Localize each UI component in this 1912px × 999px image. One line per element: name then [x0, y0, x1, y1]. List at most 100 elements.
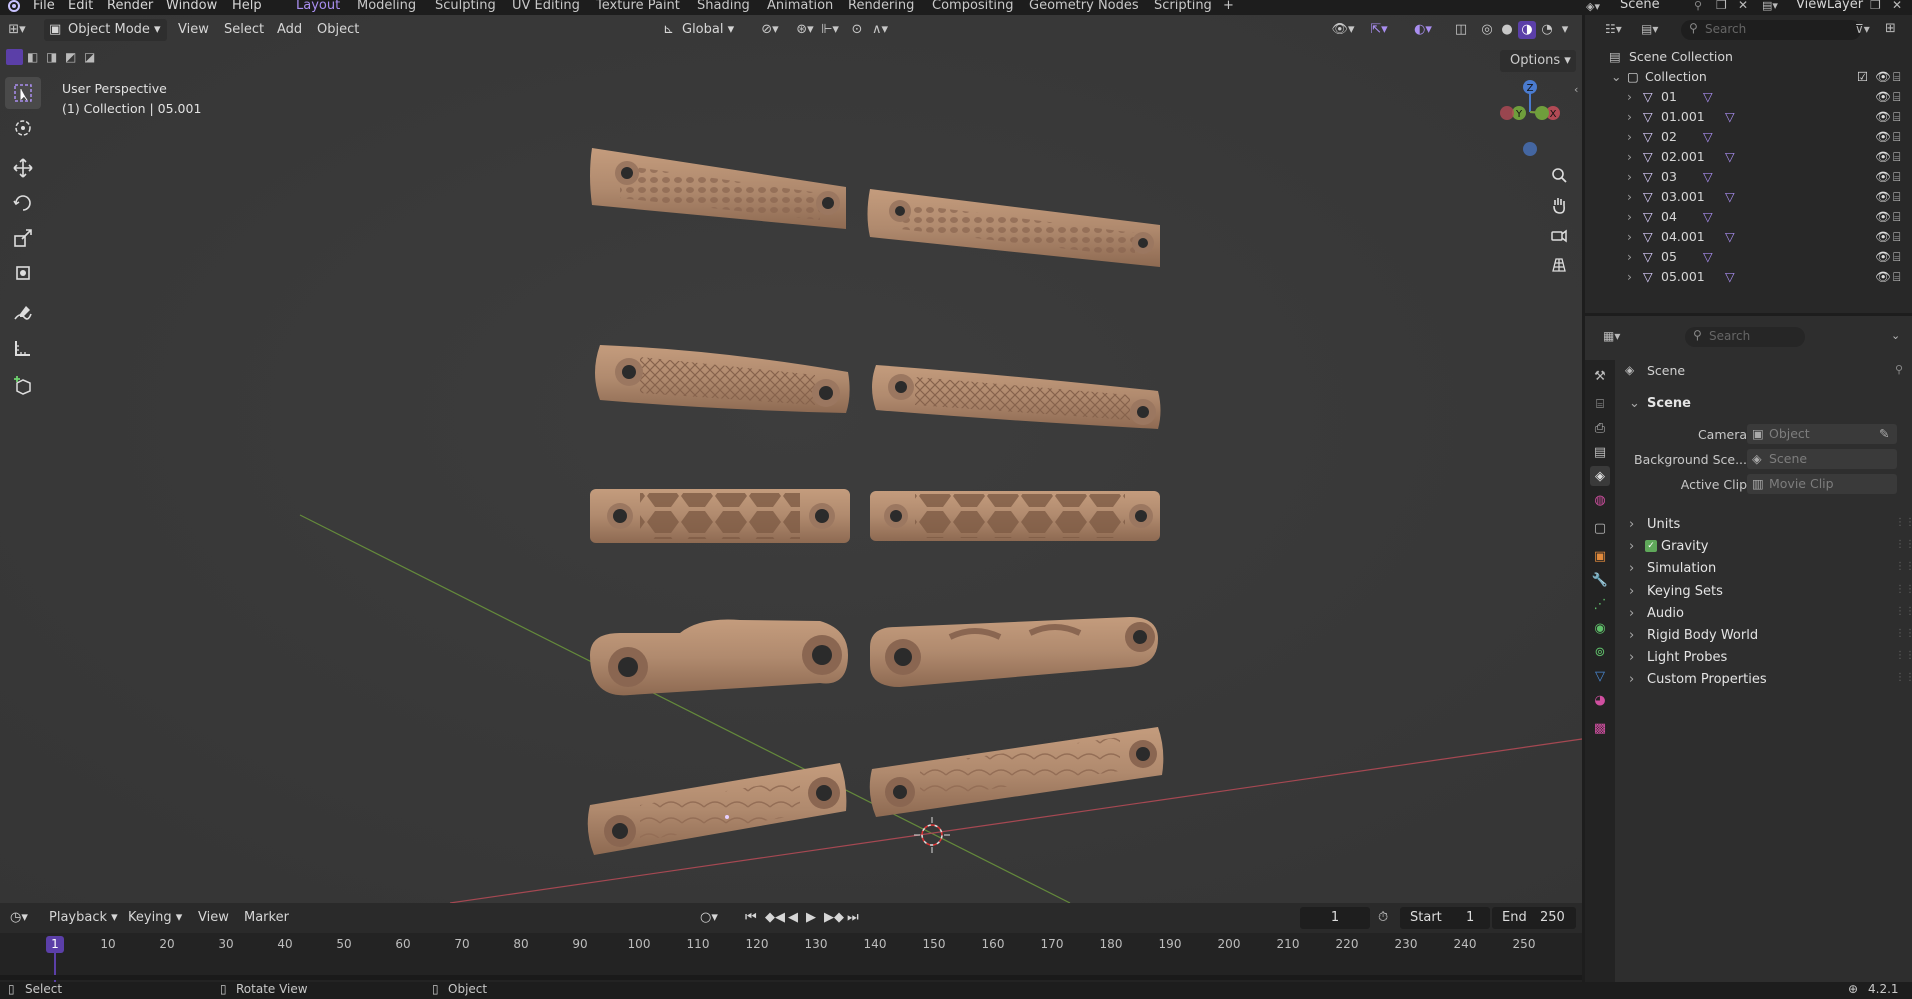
sidebar-toggle-icon[interactable]: ‹: [1574, 83, 1578, 96]
gravity-checkbox[interactable]: ✓: [1645, 540, 1657, 553]
timeline-ruler[interactable]: 1 10 20 30 40 50 60 70 80 90 100 110 120 130 140 150 160…: [0, 933, 1582, 982]
subpanel-custom-properties[interactable]: › Custom Properties ⋮⋮: [1625, 670, 1912, 692]
scene-collection-row[interactable]: ▤ Scene Collection: [1585, 47, 1912, 67]
properties-editor-icon[interactable]: ▦▾: [1603, 329, 1620, 343]
mode-selector[interactable]: ▣ Object Mode ▾: [44, 19, 167, 41]
render-camera-icon[interactable]: ⌸: [1893, 129, 1901, 145]
expand-icon[interactable]: ›: [1627, 89, 1632, 104]
drag-handle-icon[interactable]: ⋮⋮: [1895, 650, 1912, 661]
falloff-icon[interactable]: ∧▾: [868, 21, 892, 39]
select-subtract-icon[interactable]: ◨: [46, 50, 57, 64]
drag-handle-icon[interactable]: ⋮⋮: [1895, 517, 1912, 528]
mesh-data-icon[interactable]: ▽: [1703, 89, 1713, 104]
blender-logo-icon[interactable]: [6, 0, 20, 12]
subpanel-audio[interactable]: › Audio ⋮⋮: [1625, 604, 1912, 626]
mesh-data-icon[interactable]: ▽: [1725, 149, 1735, 164]
timeline-menu-keying[interactable]: Keying ▾: [128, 910, 182, 925]
render-camera-icon[interactable]: ⌸: [1893, 89, 1901, 105]
physics-tab-icon[interactable]: ◉: [1590, 618, 1610, 638]
select-invert-icon[interactable]: ◩: [65, 50, 76, 64]
mesh-data-icon[interactable]: ▽: [1725, 269, 1735, 284]
menu-file[interactable]: File: [33, 0, 55, 13]
background-scene-field[interactable]: ◈ Scene: [1747, 449, 1897, 469]
mesh-data-icon[interactable]: ▽: [1703, 249, 1713, 264]
shading-options-icon[interactable]: ▾: [1556, 21, 1574, 39]
outliner-object-row[interactable]: › ▽ 02 ▽ 👁 ⌸: [1585, 127, 1912, 147]
subpanel-keying-sets[interactable]: › Keying Sets ⋮⋮: [1625, 582, 1912, 604]
move-tool[interactable]: [5, 152, 41, 184]
add-workspace-icon[interactable]: +: [1223, 0, 1234, 13]
tab-uv-editing[interactable]: UV Editing: [512, 0, 580, 13]
material-tab-icon[interactable]: ◕: [1590, 690, 1610, 710]
outliner-search[interactable]: ⚲ Search: [1681, 20, 1861, 40]
collection-row[interactable]: ⌄ ▢ Collection ☑ 👁 ⌸: [1585, 67, 1912, 87]
render-tab-icon[interactable]: ⌸: [1590, 394, 1610, 414]
new-viewlayer-icon[interactable]: ❐: [1870, 0, 1881, 12]
viewport-menu-object[interactable]: Object: [317, 22, 359, 37]
expand-icon[interactable]: ›: [1627, 189, 1632, 204]
expand-icon[interactable]: ›: [1627, 109, 1632, 124]
expand-icon[interactable]: ›: [1627, 229, 1632, 244]
tab-geometry-nodes[interactable]: Geometry Nodes: [1029, 0, 1139, 13]
visibility-eye-icon[interactable]: 👁: [1875, 229, 1891, 245]
camera-field[interactable]: ▣ Object ✎: [1747, 424, 1897, 444]
proportional-edit-icon[interactable]: ⊙: [848, 21, 866, 39]
zoom-icon[interactable]: [1546, 162, 1572, 188]
jump-start-icon[interactable]: ⏮: [745, 910, 757, 925]
outliner-object-row[interactable]: › ▽ 05.001 ▽ 👁 ⌸: [1585, 267, 1912, 287]
expand-icon[interactable]: ›: [1627, 169, 1632, 184]
select-new-icon[interactable]: [6, 49, 23, 65]
tab-sculpting[interactable]: Sculpting: [435, 0, 496, 13]
drag-handle-icon[interactable]: ⋮⋮: [1895, 606, 1912, 617]
mesh-data-icon[interactable]: ▽: [1703, 169, 1713, 184]
record-icon[interactable]: ○▾: [700, 910, 718, 925]
tab-layout[interactable]: Layout: [296, 0, 340, 13]
visibility-eye-icon[interactable]: 👁: [1875, 169, 1891, 185]
render-camera-icon[interactable]: ⌸: [1893, 249, 1901, 265]
snap-icon[interactable]: ⊛▾: [790, 21, 820, 39]
subpanel-rigid-body-world[interactable]: › Rigid Body World ⋮⋮: [1625, 626, 1912, 648]
visibility-eye-icon[interactable]: 👁: [1875, 109, 1891, 125]
visibility-eye-icon[interactable]: 👁: [1875, 89, 1891, 105]
3d-viewport[interactable]: ⊞▾ ▣ Object Mode ▾ View Select Add Objec…: [0, 15, 1582, 903]
timeline-menu-marker[interactable]: Marker: [244, 910, 289, 925]
active-clip-field[interactable]: ▥ Movie Clip: [1747, 474, 1897, 494]
expand-icon[interactable]: ›: [1627, 149, 1632, 164]
outliner-object-row[interactable]: › ▽ 04 ▽ 👁 ⌸: [1585, 207, 1912, 227]
data-tab-icon[interactable]: ▽: [1590, 666, 1610, 686]
new-collection-icon[interactable]: ⊞: [1885, 21, 1896, 36]
select-extend-icon[interactable]: ◧: [27, 50, 38, 64]
expand-icon[interactable]: ›: [1627, 209, 1632, 224]
tab-modeling[interactable]: Modeling: [357, 0, 416, 13]
scale-tool[interactable]: [5, 222, 41, 254]
texture-tab-icon[interactable]: ▩: [1590, 718, 1610, 738]
add-cube-tool[interactable]: [5, 370, 41, 402]
world-tab-icon[interactable]: ◍: [1590, 490, 1610, 510]
outliner-object-row[interactable]: › ▽ 01 ▽ 👁 ⌸: [1585, 87, 1912, 107]
mesh-data-icon[interactable]: ▽: [1703, 129, 1713, 144]
transform-tool[interactable]: [5, 257, 41, 289]
perspective-toggle-icon[interactable]: [1546, 252, 1572, 278]
play-icon[interactable]: ▶: [806, 910, 816, 925]
pin-icon[interactable]: ⚲: [1694, 0, 1702, 12]
render-camera-icon[interactable]: ⌸: [1893, 169, 1901, 185]
tab-texture-paint[interactable]: Texture Paint: [596, 0, 680, 13]
scene-icon[interactable]: ◈▾: [1586, 0, 1600, 13]
outliner-object-row[interactable]: › ▽ 03.001 ▽ 👁 ⌸: [1585, 187, 1912, 207]
properties-options-icon[interactable]: ⌄: [1891, 329, 1900, 342]
pivot-icon[interactable]: ⊘▾: [755, 21, 785, 39]
timeline-menu-view[interactable]: View: [198, 910, 229, 925]
visibility-icon[interactable]: 👁▾: [1328, 21, 1358, 39]
scene-tab-icon[interactable]: ◈: [1590, 466, 1610, 486]
visibility-eye-icon[interactable]: 👁: [1875, 129, 1891, 145]
camera-view-icon[interactable]: [1546, 222, 1572, 248]
drag-handle-icon[interactable]: ⋮⋮: [1895, 584, 1912, 595]
new-scene-icon[interactable]: ❐: [1716, 0, 1727, 12]
constraints-tab-icon[interactable]: ⊚: [1590, 642, 1610, 662]
annotate-tool[interactable]: [5, 297, 41, 329]
drag-handle-icon[interactable]: ⋮⋮: [1895, 628, 1912, 639]
overlay-toggle-icon[interactable]: ◐▾: [1408, 21, 1438, 39]
outliner-object-row[interactable]: › ▽ 02.001 ▽ 👁 ⌸: [1585, 147, 1912, 167]
scene-panel-header[interactable]: ⌄ Scene: [1625, 394, 1905, 416]
mesh-data-icon[interactable]: ▽: [1703, 209, 1713, 224]
